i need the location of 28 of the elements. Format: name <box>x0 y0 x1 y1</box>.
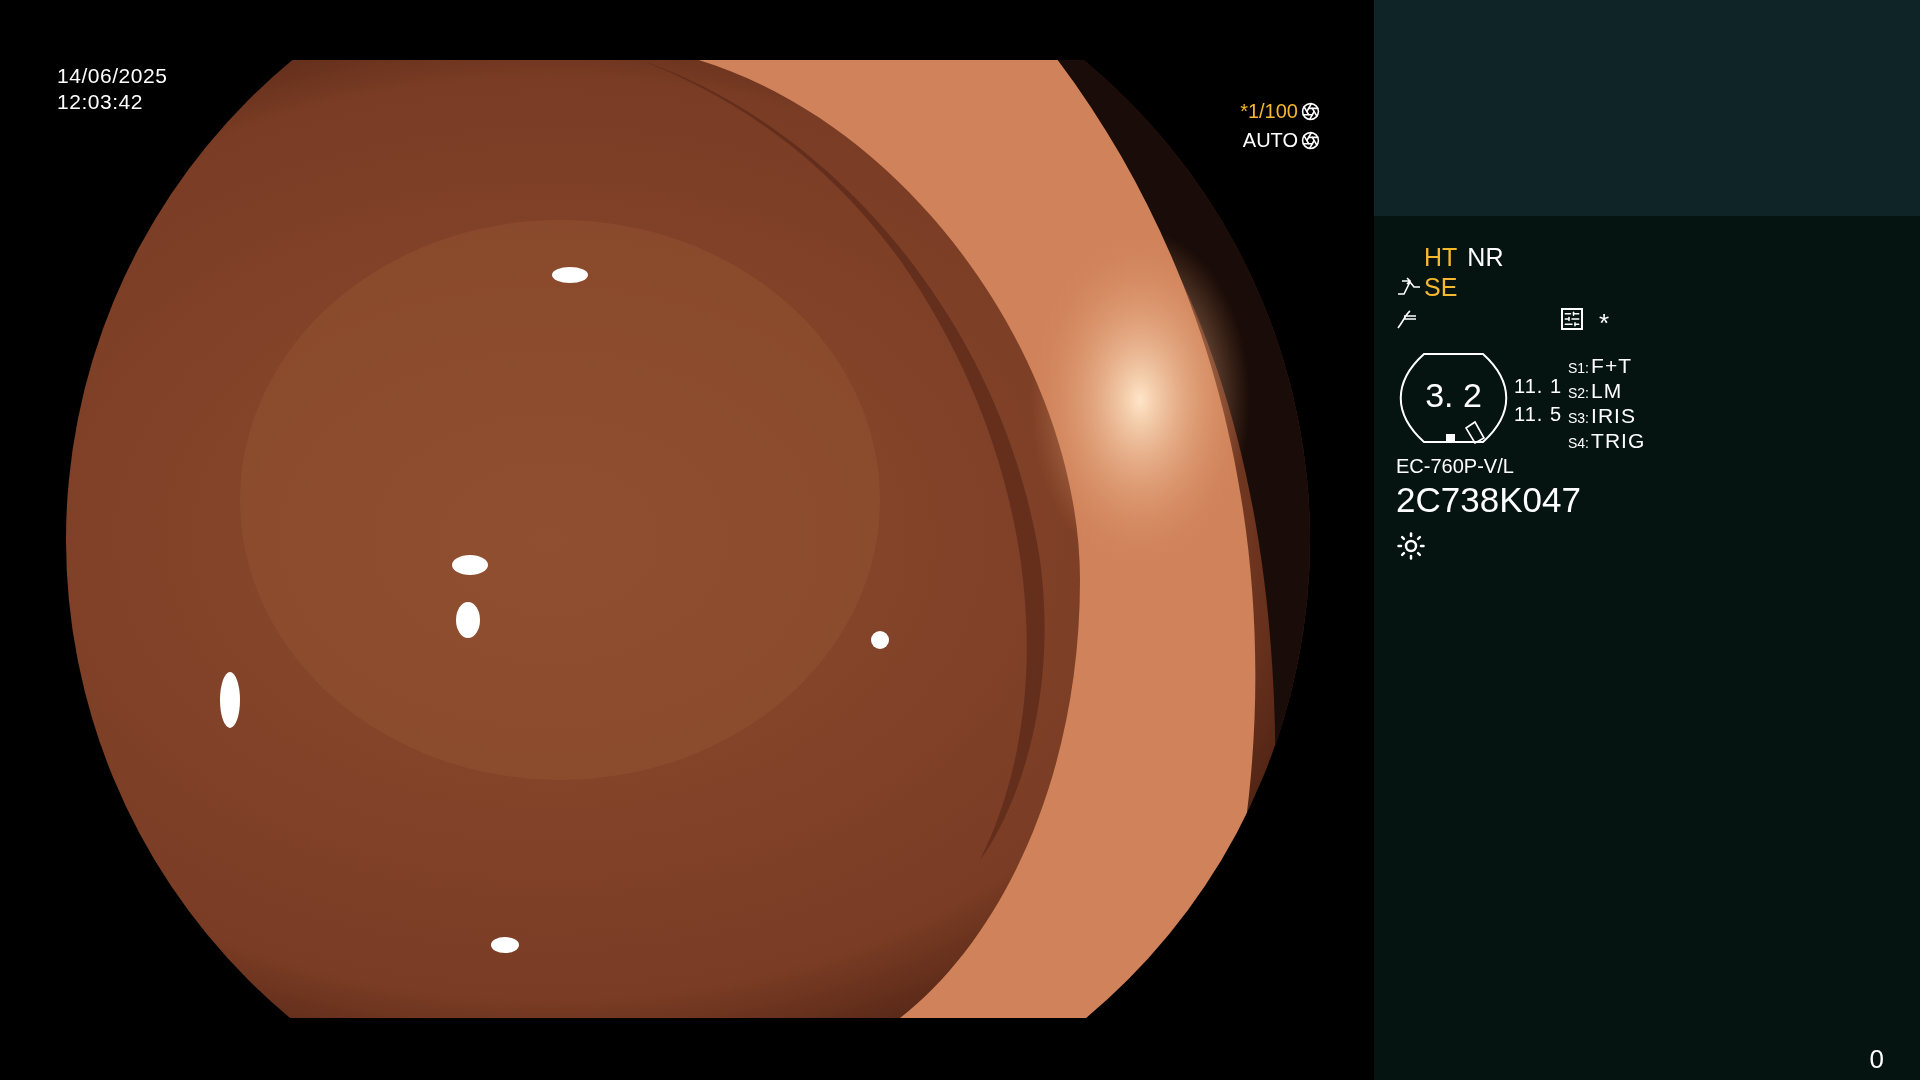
mode-label: HT <box>1424 242 1458 272</box>
iris-mode: AUTO <box>1242 128 1298 153</box>
lamp-icon <box>1396 531 1426 561</box>
shutter-speed: *1/100 <box>1240 99 1298 124</box>
slash-curve-icon <box>1396 308 1418 330</box>
zoom-value: 3. 2 <box>1425 378 1482 412</box>
switch-key: S4: <box>1568 433 1589 454</box>
sliders-icon <box>1561 308 1583 330</box>
counter-text: 0 <box>1869 1046 1884 1072</box>
aperture-icon <box>1301 101 1320 121</box>
time-text: 12:03:42 <box>57 89 144 115</box>
mode-label: NR <box>1467 242 1504 272</box>
switch-key: S1: <box>1568 358 1589 379</box>
switch-key: S3: <box>1568 408 1589 429</box>
aperture-icon <box>1301 130 1320 150</box>
scope-model: EC-760P-V/L <box>1396 454 1515 479</box>
enhance-label: SE <box>1424 272 1458 302</box>
switch-function: TRIG <box>1591 428 1646 454</box>
reading-text: 11. 1 <box>1514 374 1562 399</box>
switch-function: F+T <box>1591 353 1633 379</box>
switch-function: LM <box>1591 378 1623 404</box>
reading-text: 11. 5 <box>1514 402 1562 427</box>
date-text: 14/06/2025 <box>57 63 168 89</box>
serial-number: 2C738K047 <box>1396 479 1582 521</box>
switch-function: IRIS <box>1591 403 1637 429</box>
memory-mark: * <box>1599 310 1610 336</box>
curve-icon <box>1396 277 1422 297</box>
switch-key: S2: <box>1568 383 1589 404</box>
